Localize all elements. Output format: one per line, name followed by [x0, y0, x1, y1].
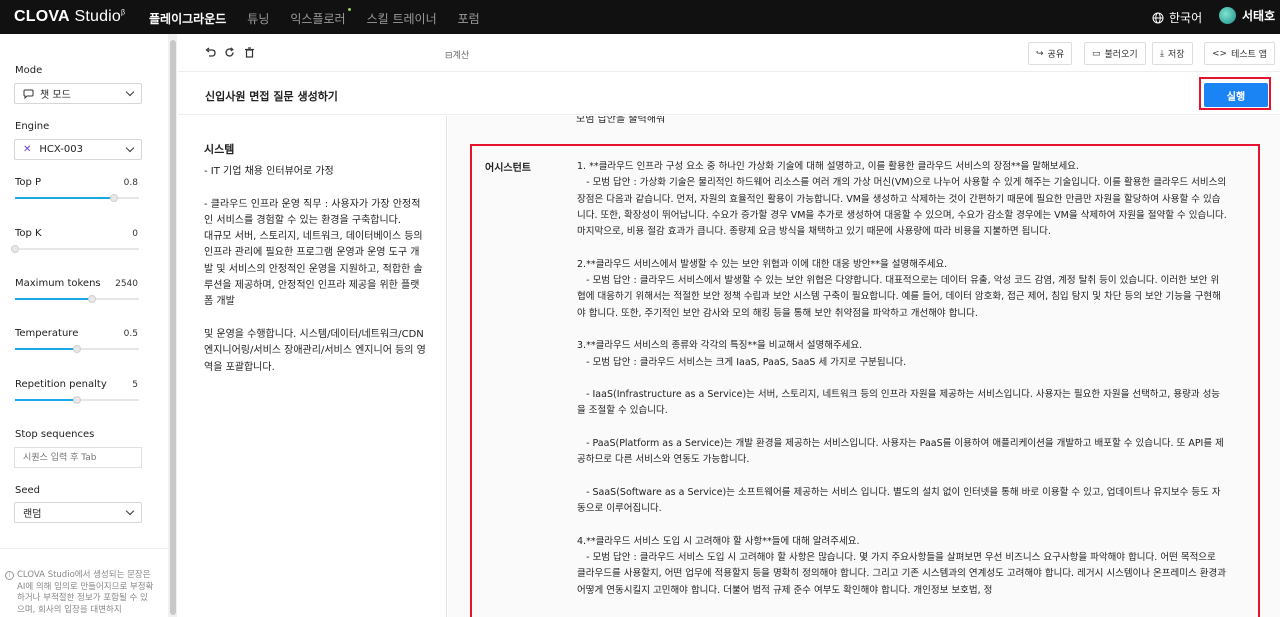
system-title: 시스템	[204, 143, 235, 156]
top-p-slider-fill	[15, 197, 115, 199]
title-bar: 신입사원 면접 질문 생성하기 실행	[178, 73, 1280, 115]
engine-label: Engine	[15, 121, 50, 132]
user-menu[interactable]: 서태호	[1219, 7, 1275, 24]
nav-skill-trainer[interactable]: 스킬 트레이너	[367, 10, 437, 27]
share-label: 공유	[1047, 50, 1065, 60]
engine-value: HCX-003	[39, 144, 83, 155]
top-k-label: Top K	[15, 228, 42, 239]
clova-studio-logo[interactable]: CLOVA Studioβ	[14, 8, 125, 26]
info-icon: i	[5, 571, 14, 580]
test-app-button[interactable]: <> 테스트 앱	[1204, 42, 1276, 65]
load-button[interactable]: ▭ 불러오기	[1084, 42, 1146, 65]
sidebar-scrollbar-thumb[interactable]	[170, 40, 176, 615]
temperature-slider[interactable]	[15, 345, 139, 353]
refresh-icon[interactable]	[224, 47, 235, 58]
logo-beta: β	[121, 9, 126, 17]
repetition-penalty-slider-fill	[15, 399, 77, 401]
chat-icon	[23, 89, 34, 99]
top-k-slider[interactable]	[11, 245, 139, 253]
engine-x-icon: ✕	[23, 144, 32, 155]
system-prompt-text[interactable]: - IT 기업 채용 인터뷰어로 가정 - 클라우드 인프라 운영 직무 : 사…	[204, 164, 426, 376]
language-selector[interactable]: 한국어	[1152, 9, 1202, 26]
editor-toolbar: ⊟계산 ↪ 공유 ▭ 불러오기 ⤓ 저장 <> 테스트 앱	[178, 34, 1280, 72]
disclaimer: i CLOVA Studio에서 생성되는 문장은 AI에 의해 임의로 만들어…	[5, 570, 155, 616]
sidebar-divider	[0, 548, 168, 549]
nav-forum[interactable]: 포럼	[458, 10, 480, 27]
calc-label: 계산	[452, 51, 470, 61]
repetition-penalty-slider[interactable]	[15, 396, 139, 404]
save-button[interactable]: ⤓ 저장	[1152, 42, 1193, 65]
folder-icon: ▭	[1092, 48, 1101, 59]
share-icon: ↪	[1036, 48, 1044, 59]
share-button[interactable]: ↪ 공유	[1028, 42, 1073, 65]
mode-select[interactable]: 챗 모드	[14, 83, 142, 104]
nav-tuning[interactable]: 튜닝	[247, 10, 269, 27]
seed-value: 랜덤	[23, 509, 42, 520]
nav-playground[interactable]: 플레이그라운드	[149, 10, 226, 27]
mode-label: Mode	[15, 65, 43, 76]
parameter-sidebar: Mode 챗 모드 Engine ✕ HCX-003 Top P 0.8 Top K…	[0, 34, 168, 617]
maximum-tokens-label: Maximum tokens	[15, 278, 101, 289]
assistant-message-text[interactable]: 1. **클라우드 인프라 구성 요소 중 하나인 가상화 기술에 대해 설명하…	[577, 159, 1227, 599]
repetition-penalty-label: Repetition penalty	[15, 379, 107, 390]
top-p-label: Top P	[15, 177, 42, 188]
calculator-icon: ⊟	[445, 51, 453, 61]
chevron-down-icon	[125, 87, 135, 97]
chevron-down-icon	[125, 506, 135, 516]
calc-button[interactable]: ⊟계산	[445, 48, 469, 61]
avatar	[1219, 7, 1236, 24]
test-app-label: 테스트 앱	[1231, 50, 1268, 60]
nav-explorer-label: 익스플로러	[290, 12, 346, 26]
save-label: 저장	[1167, 50, 1185, 60]
main-nav: 플레이그라운드 튜닝 익스플로러 스킬 트레이너 포럼	[149, 8, 501, 27]
nav-explorer[interactable]: 익스플로러	[290, 8, 351, 27]
undo-icon[interactable]	[205, 47, 216, 58]
trash-icon[interactable]	[244, 47, 255, 58]
stop-sequences-label: Stop sequences	[15, 429, 95, 440]
logo-main: CLOVA	[14, 8, 70, 25]
maximum-tokens-slider-handle[interactable]	[87, 295, 96, 303]
run-button-highlight	[1199, 77, 1271, 110]
code-icon: <>	[1212, 48, 1228, 59]
stop-sequences-input[interactable]	[14, 447, 142, 468]
mode-value: 챗 모드	[40, 90, 71, 101]
temperature-slider-handle[interactable]	[73, 345, 81, 353]
disclaimer-text: CLOVA Studio에서 생성되는 문장은 AI에 의해 임의로 만들어지므…	[17, 570, 154, 615]
top-k-slider-handle[interactable]	[11, 245, 19, 253]
download-icon: ⤓	[1160, 48, 1164, 59]
maximum-tokens-slider-fill	[15, 298, 92, 300]
repetition-penalty-slider-handle[interactable]	[73, 396, 81, 404]
chevron-down-icon	[125, 143, 135, 153]
new-dot-icon	[347, 8, 351, 11]
top-navigation-bar: CLOVA Studioβ 플레이그라운드 튜닝 익스플로러 스킬 트레이너 포…	[0, 0, 1280, 34]
message-role[interactable]: 어시스턴트	[485, 159, 531, 174]
seed-label: Seed	[15, 485, 40, 496]
user-name: 서태호	[1242, 9, 1276, 23]
seed-select[interactable]: 랜덤	[14, 502, 142, 523]
load-label: 불러오기	[1104, 50, 1138, 60]
logo-sub: Studio	[74, 8, 122, 25]
language-label: 한국어	[1169, 11, 1203, 25]
assistant-message-highlight: 어시스턴트 1. **클라우드 인프라 구성 요소 중 하나인 가상화 기술에 …	[470, 144, 1260, 617]
system-panel: 시스템 - IT 기업 채용 인터뷰어로 가정 - 클라우드 인프라 운영 직무…	[178, 116, 447, 617]
chat-area: 모범 답안을 출력해줘 어시스턴트 1. **클라우드 인프라 구성 요소 중 …	[448, 116, 1280, 617]
top-p-slider[interactable]	[15, 194, 139, 202]
previous-message-text: 모범 답안을 출력해줘	[576, 116, 666, 125]
page-title: 신입사원 면접 질문 생성하기	[205, 90, 338, 103]
globe-icon	[1152, 12, 1164, 23]
temperature-label: Temperature	[15, 328, 79, 339]
temperature-slider-fill	[15, 348, 77, 350]
top-p-slider-handle[interactable]	[110, 194, 119, 202]
maximum-tokens-slider[interactable]	[15, 295, 139, 303]
engine-select[interactable]: ✕ HCX-003	[14, 139, 142, 160]
